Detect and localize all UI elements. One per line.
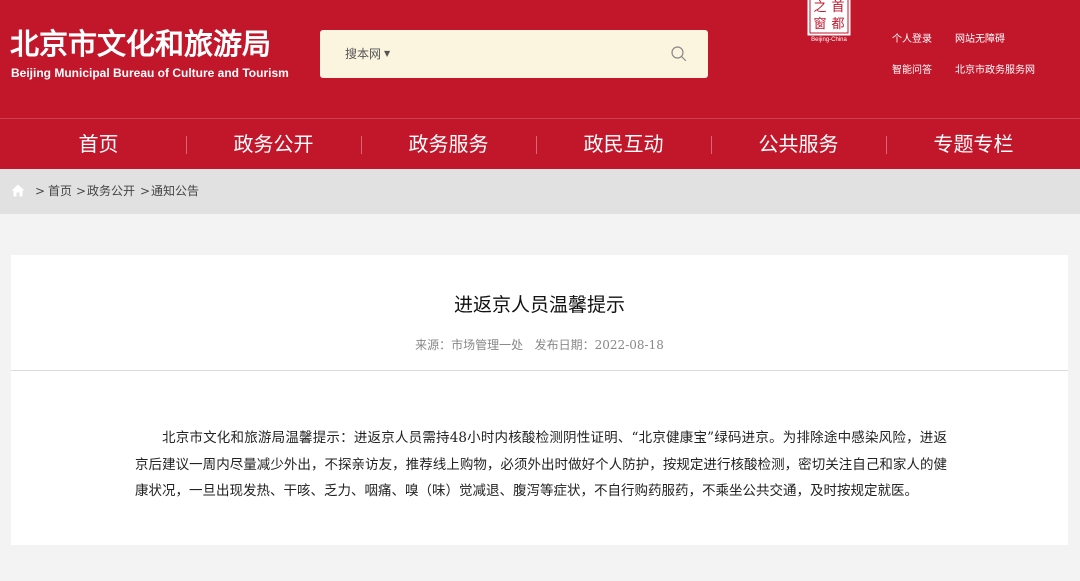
article-title: 进返京人员温馨提示 (453, 294, 625, 316)
article-divider (11, 370, 1068, 371)
search-icon[interactable] (670, 45, 688, 63)
date-label: 发布日期： (534, 338, 595, 352)
smart-qa-link[interactable]: 智能问答 (892, 64, 932, 78)
seal-caption: Beijing-China (811, 37, 847, 43)
breadcrumb-home[interactable]: 首页 (48, 184, 72, 199)
gov-service-link[interactable]: 北京市政务服务网 (955, 64, 1035, 78)
seal-char: 都 (831, 17, 844, 32)
breadcrumb-gov-info[interactable]: 政务公开 (87, 184, 135, 199)
nav-item-home[interactable]: 首页 (11, 119, 186, 170)
breadcrumb: > 首页 > 政务公开 > 通知公告 (0, 169, 1080, 214)
search-box: 搜本网 ▼ (320, 30, 708, 78)
article-card: 进返京人员温馨提示 来源：市场管理一处 发布日期：2022-08-18 北京市文… (11, 255, 1068, 545)
seal-char: 之 (813, 0, 826, 15)
nav-item-public-service[interactable]: 公共服务 (711, 119, 886, 170)
site-logo-subtitle: Beijing Municipal Bureau of Culture and … (11, 66, 289, 80)
search-input[interactable] (410, 40, 650, 68)
nav-item-interaction[interactable]: 政民互动 (536, 119, 711, 170)
nav-item-special-topics[interactable]: 专题专栏 (886, 119, 1061, 170)
breadcrumb-separator: > (35, 184, 46, 198)
article-date: 2022-08-18 (594, 338, 664, 352)
search-scope-dropdown[interactable]: 搜本网 ▼ (345, 46, 390, 62)
site-logo-title[interactable]: 北京市文化和旅游局 (10, 26, 271, 62)
seal-char: 首 (831, 0, 844, 15)
seal-char: 窗 (813, 16, 826, 32)
breadcrumb-separator: > (76, 184, 87, 198)
search-scope-label: 搜本网 (345, 47, 382, 61)
main-nav: 首页 政务公开 政务服务 政民互动 公共服务 专题专栏 (0, 118, 1080, 169)
caret-down-icon: ▼ (384, 49, 391, 58)
breadcrumb-notices[interactable]: 通知公告 (151, 184, 199, 199)
home-icon[interactable] (11, 184, 25, 197)
nav-item-gov-service[interactable]: 政务服务 (361, 119, 536, 170)
article-body: 北京市文化和旅游局温馨提示：进返京人员需持48小时内核酸检测阴性证明、“北京健康… (135, 430, 947, 499)
breadcrumb-separator: > (140, 184, 151, 198)
login-link[interactable]: 个人登录 (892, 33, 932, 47)
article-meta: 来源：市场管理一处 发布日期：2022-08-18 (11, 337, 1068, 353)
site-header: 北京市文化和旅游局 Beijing Municipal Bureau of Cu… (0, 0, 1080, 118)
nav-item-gov-info[interactable]: 政务公开 (186, 119, 361, 170)
article-source: 市场管理一处 (451, 338, 524, 352)
source-label: 来源： (415, 338, 452, 352)
accessibility-link[interactable]: 网站无障碍 (955, 33, 1005, 47)
